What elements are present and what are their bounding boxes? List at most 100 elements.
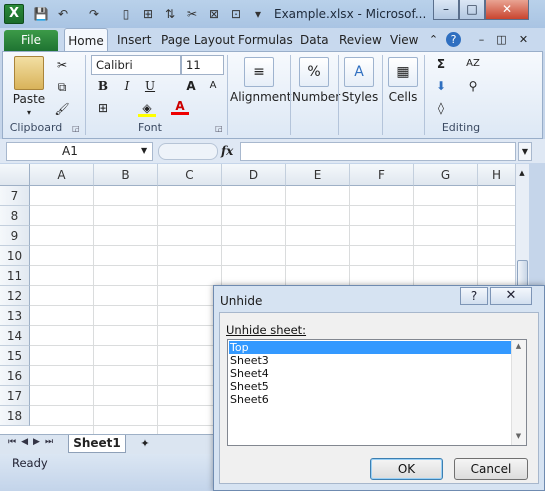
font-size-box[interactable]: 11 [181,55,224,75]
dialog-close-button[interactable]: ✕ [490,287,532,305]
tab-view[interactable]: View [390,28,418,52]
bold-button[interactable]: B [94,77,112,95]
decrease-font-icon[interactable]: A [204,77,222,95]
row-header[interactable]: 18 [0,406,30,426]
freeze-panes-icon[interactable]: ⊞ [140,6,156,22]
maximize-button[interactable]: □ [459,0,485,20]
row-header[interactable]: 14 [0,326,30,346]
format-painter-icon[interactable]: 🖌 [53,100,71,118]
redo-icon[interactable]: ↷ [86,6,102,22]
name-box[interactable]: A1 [6,142,153,161]
autosum-icon[interactable]: Σ [432,55,450,73]
delete-sheet-icon[interactable]: ⊠ [206,6,222,22]
save-icon[interactable]: 💾 [33,6,49,22]
copy-icon[interactable]: ⧉ [53,78,71,96]
list-item[interactable]: Sheet6 [229,393,511,406]
tab-insert[interactable]: Insert [117,28,151,52]
tab-data[interactable]: Data [300,28,329,52]
font-color-icon[interactable]: A [171,97,189,115]
row-header[interactable]: 10 [0,246,30,266]
row-header[interactable]: 11 [0,266,30,286]
alignment-button[interactable]: Alignment [230,90,291,104]
styles-icon[interactable]: A [344,57,374,87]
column-header[interactable]: D [222,164,286,186]
list-item[interactable]: Sheet4 [229,367,511,380]
column-header[interactable]: F [350,164,414,186]
row-header[interactable]: 12 [0,286,30,306]
sort-filter-icon[interactable]: AZ [464,55,482,73]
scroll-up-icon[interactable]: ▲ [516,166,528,180]
row-header[interactable]: 16 [0,366,30,386]
row-header[interactable]: 7 [0,186,30,206]
sheet-tab-sheet1[interactable]: Sheet1 [68,435,126,453]
underline-button[interactable]: U [141,77,159,95]
cut-icon[interactable]: ✂ [53,56,71,74]
print-preview-icon[interactable]: ⊡ [228,6,244,22]
minimize-ribbon-icon[interactable]: ⌃ [426,32,441,47]
italic-button[interactable]: I [118,77,136,95]
insert-sheet-icon[interactable]: ✦ [134,436,156,452]
excel-app-icon[interactable]: X [4,4,24,24]
column-header[interactable]: C [158,164,222,186]
new-file-icon[interactable]: ▯ [118,6,134,22]
ok-button[interactable]: OK [370,458,443,480]
column-header[interactable]: B [94,164,158,186]
cells-icon[interactable]: ▦ [388,57,418,87]
tab-page-layout[interactable]: Page Layout [161,28,235,52]
customize-qat-icon[interactable]: ▾ [250,6,266,22]
minimize-button[interactable]: – [433,0,459,20]
column-header[interactable]: H [478,164,516,186]
tab-home[interactable]: Home [64,28,108,52]
row-header[interactable]: 8 [0,206,30,226]
doc-minimize-icon[interactable]: – [474,32,489,47]
row-header[interactable]: 9 [0,226,30,246]
paste-button[interactable]: Paste [11,92,47,106]
help-icon[interactable]: ? [446,32,461,47]
insert-function-button[interactable]: fx [221,144,233,158]
cancel-button[interactable]: Cancel [454,458,528,480]
borders-icon[interactable]: ⊞ [94,99,112,117]
list-item-selected[interactable]: Top [229,341,511,354]
column-header[interactable]: E [286,164,350,186]
list-item[interactable]: Sheet5 [229,380,511,393]
column-header[interactable]: G [414,164,478,186]
clear-format-icon[interactable]: ✂ [184,6,200,22]
paste-dropdown-icon[interactable]: ▾ [24,106,34,120]
fill-icon[interactable]: ⬇ [432,77,450,95]
listbox-scrollbar[interactable] [511,340,526,445]
fill-color-icon[interactable]: ◈ [138,99,156,117]
alignment-icon[interactable]: ≡ [244,57,274,87]
tab-formulas[interactable]: Formulas [238,28,293,52]
sheet-navigation-icon[interactable]: ⏮◀▶⏭ [8,437,58,447]
list-scroll-up-icon[interactable]: ▲ [512,342,525,350]
doc-restore-icon[interactable]: ◫ [494,32,509,47]
cells-button[interactable]: Cells [384,90,422,104]
number-button[interactable]: Number [292,90,340,104]
font-name-box[interactable]: Calibri [91,55,181,75]
increase-font-icon[interactable]: A [182,77,200,95]
doc-close-icon[interactable]: ✕ [516,32,531,47]
row-header[interactable]: 17 [0,386,30,406]
name-box-dropdown-icon[interactable]: ▼ [141,146,147,155]
formula-input[interactable] [240,142,516,161]
list-scroll-down-icon[interactable]: ▼ [512,432,525,440]
find-select-icon[interactable]: ⚲ [464,77,482,95]
paste-icon[interactable] [14,56,44,90]
list-item[interactable]: Sheet3 [229,354,511,367]
close-button[interactable]: ✕ [485,0,529,20]
insert-row-icon[interactable]: ⇅ [162,6,178,22]
select-all-corner[interactable] [0,164,30,186]
clipboard-launcher-icon[interactable]: ◲ [72,124,80,133]
row-header[interactable]: 13 [0,306,30,326]
column-header[interactable]: A [30,164,94,186]
dialog-help-button[interactable]: ? [460,287,488,305]
number-format-icon[interactable]: % [299,57,329,87]
tab-file[interactable]: File [4,30,58,52]
expand-formula-bar-icon[interactable]: ▼ [518,142,532,161]
tab-review[interactable]: Review [339,28,382,52]
styles-button[interactable]: Styles [340,90,380,104]
clear-icon[interactable]: ◊ [432,99,450,117]
font-launcher-icon[interactable]: ◲ [215,124,223,133]
undo-icon[interactable]: ↶ [55,6,71,22]
row-header[interactable]: 15 [0,346,30,366]
